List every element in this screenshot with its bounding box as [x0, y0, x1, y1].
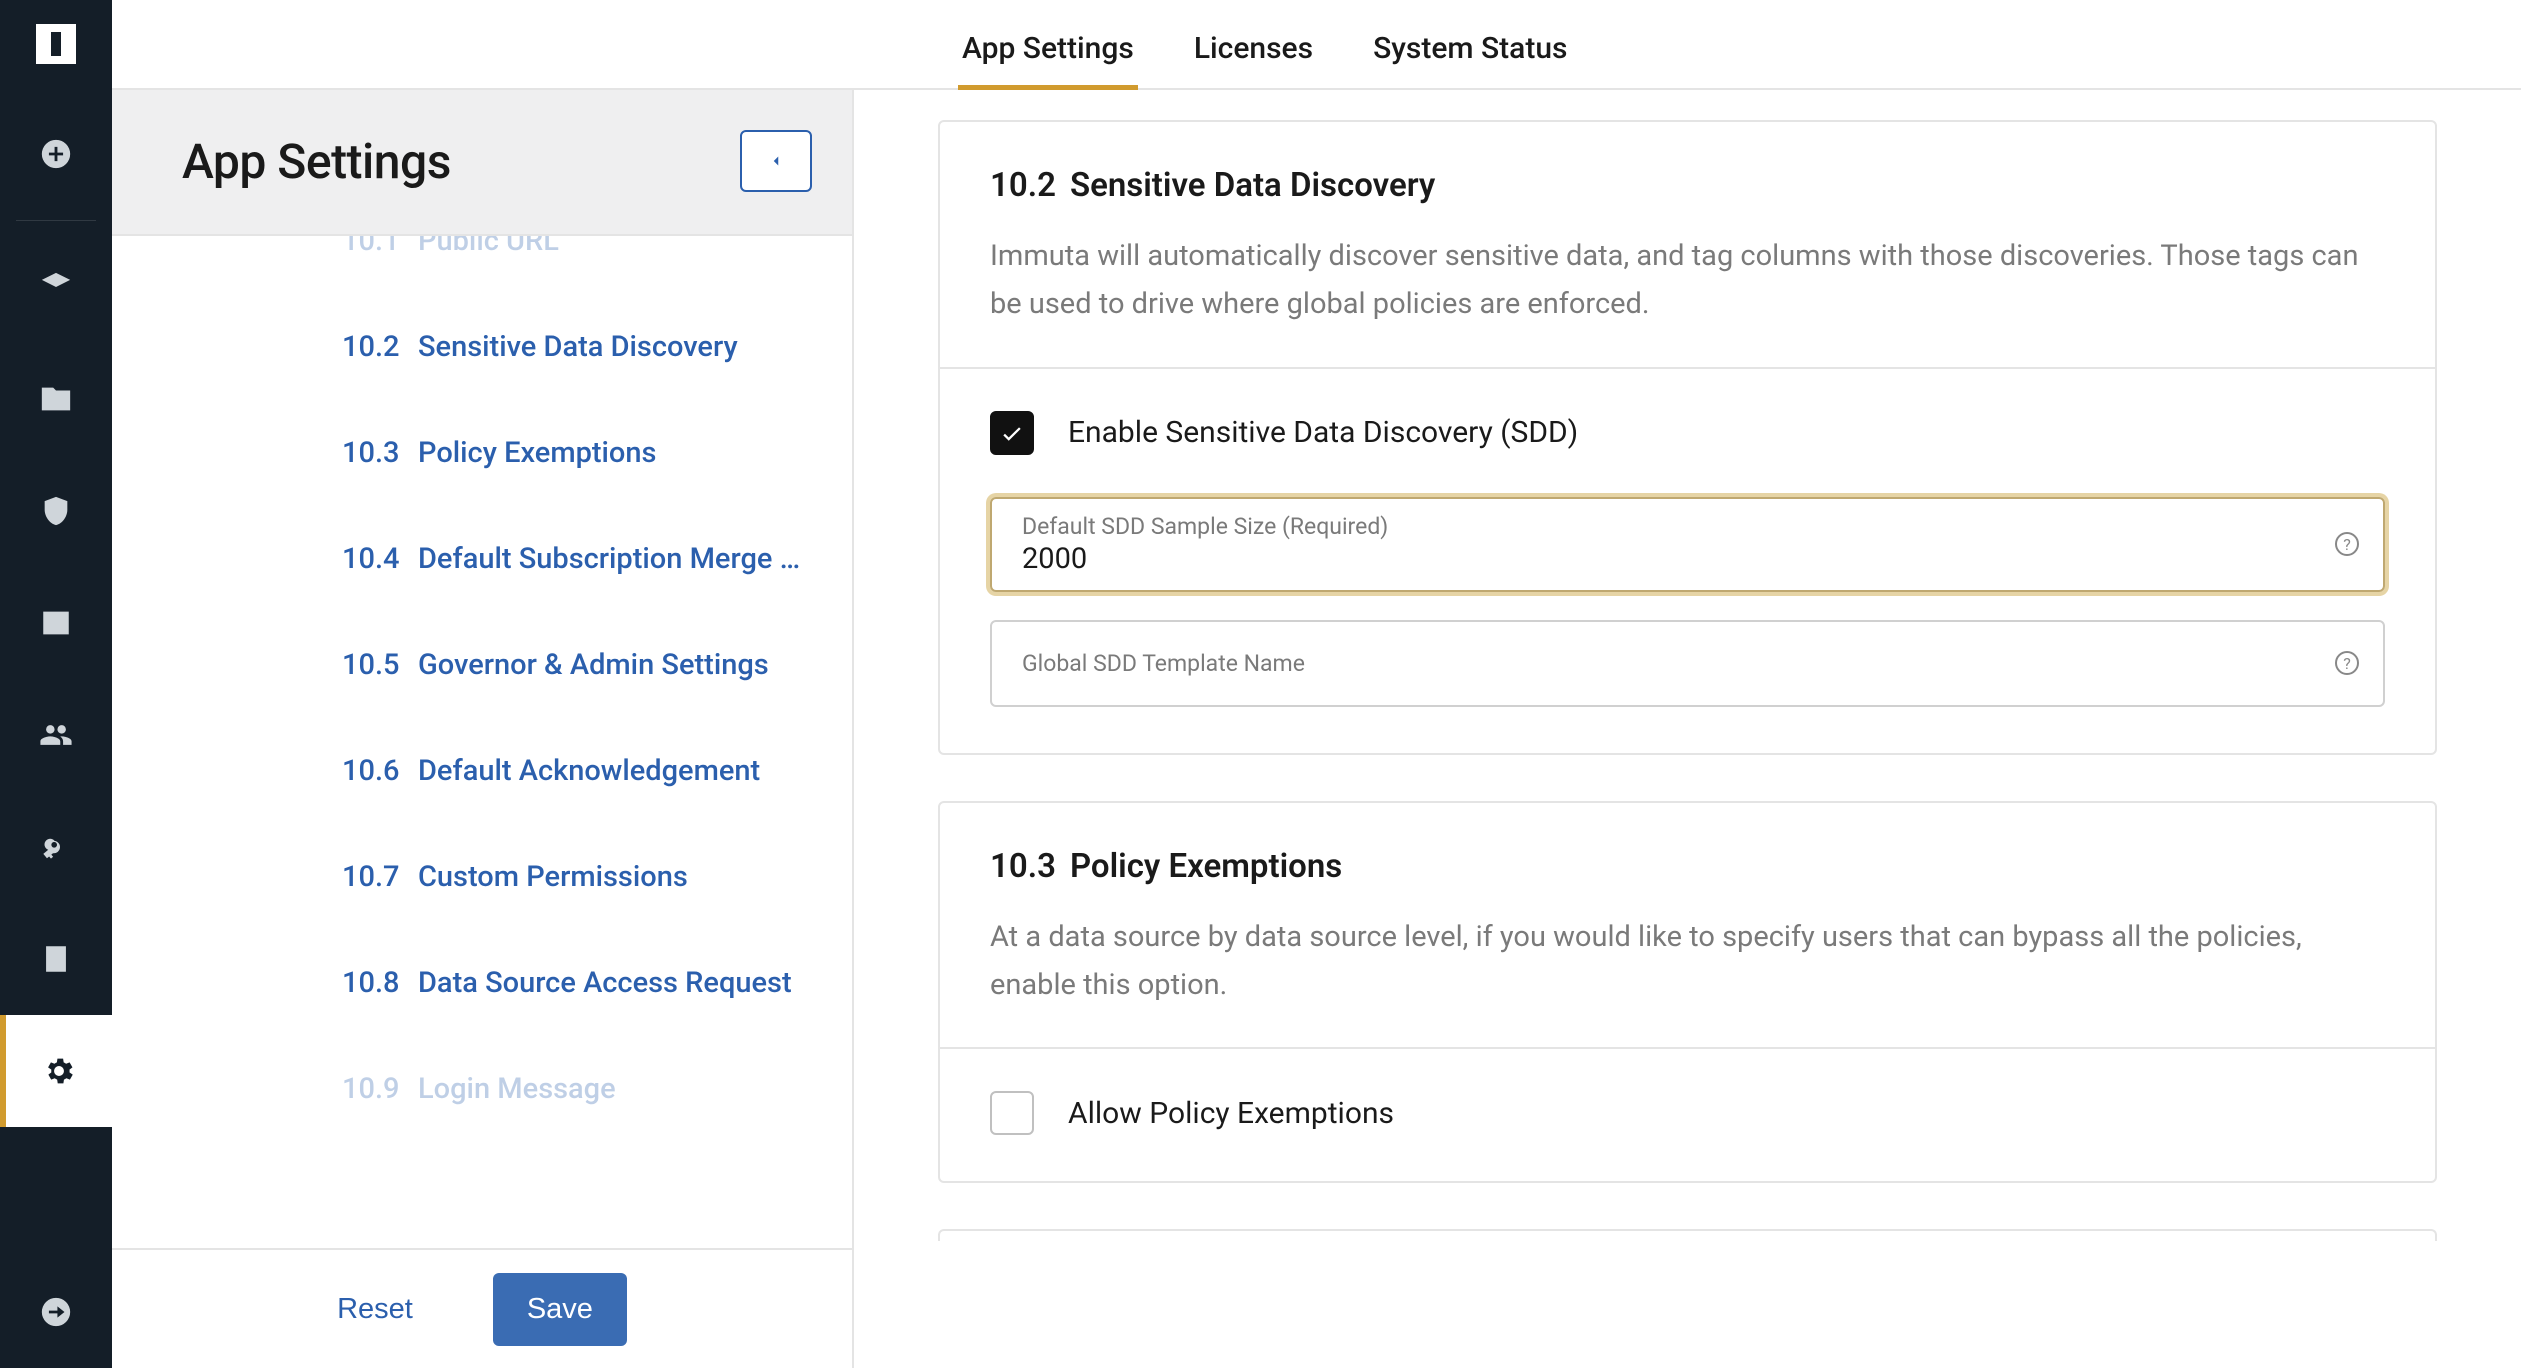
sidebar-item-label: Default Acknowledgement	[418, 754, 760, 788]
card-header: 10.3 Policy Exemptions At a data source …	[940, 803, 2435, 1050]
sidebar-item[interactable]: 10.2 Sensitive Data Discovery	[342, 294, 824, 400]
tab-app-settings[interactable]: App Settings	[962, 31, 1134, 88]
doc-icon	[39, 942, 73, 976]
allow-exemptions-row: Allow Policy Exemptions	[990, 1091, 2385, 1135]
field-value: 2000	[1022, 542, 2313, 576]
sidebar-item-label: Data Source Access Request	[418, 966, 792, 1000]
check-icon	[999, 420, 1025, 446]
sidebar-footer: Reset Save	[112, 1248, 852, 1368]
sidebar-item-label: Sensitive Data Discovery	[418, 330, 738, 364]
nav-folder[interactable]	[0, 343, 112, 455]
terminal-icon	[39, 606, 73, 640]
reset-button[interactable]: Reset	[337, 1293, 413, 1326]
sidebar-header: App Settings	[112, 90, 852, 236]
enable-sdd-checkbox[interactable]	[990, 411, 1034, 455]
main: App Settings Licenses System Status App …	[112, 0, 2521, 1368]
sidebar-item[interactable]: 10.4 Default Subscription Merge Options	[342, 506, 824, 612]
sidebar-item[interactable]: 10.9Login Message	[342, 1036, 824, 1142]
help-icon[interactable]: ?	[2335, 532, 2359, 556]
nav-exit[interactable]	[0, 1256, 112, 1368]
nav-settings[interactable]	[0, 1015, 112, 1127]
nav-rail	[0, 0, 112, 1368]
content[interactable]: 10.2 Sensitive Data Discovery Immuta wil…	[854, 90, 2521, 1368]
settings-sidebar: App Settings 10.1Public URL 10.2 Sensiti…	[112, 90, 854, 1368]
nav-doc[interactable]	[0, 903, 112, 1015]
allow-exemptions-checkbox[interactable]	[990, 1091, 1034, 1135]
nav-add[interactable]	[0, 98, 112, 210]
chevron-left-icon	[767, 152, 785, 170]
section-number: 10.3	[990, 847, 1056, 886]
section-number: 10.2	[990, 166, 1056, 205]
app-logo[interactable]	[36, 24, 76, 64]
enable-sdd-row: Enable Sensitive Data Discovery (SDD)	[990, 411, 2385, 455]
sidebar-item-label: Custom Permissions	[418, 860, 688, 894]
section-policy-exemptions: 10.3 Policy Exemptions At a data source …	[938, 801, 2437, 1184]
allow-exemptions-label: Allow Policy Exemptions	[1068, 1096, 1394, 1131]
field-label: Global SDD Template Name	[1022, 650, 2313, 677]
sidebar-item-label: Governor & Admin Settings	[418, 648, 769, 682]
field-label: Default SDD Sample Size (Required)	[1022, 513, 2313, 540]
sidebar-item[interactable]: 10.1Public URL	[342, 236, 824, 294]
card-body: Allow Policy Exemptions	[940, 1049, 2435, 1181]
sidebar-item[interactable]: 10.6 Default Acknowledgement	[342, 718, 824, 824]
section-description: At a data source by data source level, i…	[990, 914, 2385, 1010]
section-title: Sensitive Data Discovery	[1070, 166, 1435, 205]
nav-key[interactable]	[0, 791, 112, 903]
sidebar-item-label: Default Subscription Merge Options	[418, 542, 814, 576]
tab-licenses[interactable]: Licenses	[1194, 31, 1313, 88]
section-cutoff	[938, 1229, 2437, 1241]
section-sdd: 10.2 Sensitive Data Discovery Immuta wil…	[938, 120, 2437, 755]
top-tabs: App Settings Licenses System Status	[112, 0, 2521, 90]
sidebar-item[interactable]: 10.8 Data Source Access Request	[342, 930, 824, 1036]
nav-terminal[interactable]	[0, 567, 112, 679]
card-body: Enable Sensitive Data Discovery (SDD) De…	[940, 369, 2435, 753]
nav-layers[interactable]	[0, 231, 112, 343]
sidebar-item[interactable]: 10.3 Policy Exemptions	[342, 400, 824, 506]
card-header: 10.2 Sensitive Data Discovery Immuta wil…	[940, 122, 2435, 369]
save-button[interactable]: Save	[493, 1273, 627, 1346]
help-icon[interactable]: ?	[2335, 651, 2359, 675]
layers-icon	[39, 270, 73, 304]
plus-circle-icon	[39, 137, 73, 171]
sidebar-item[interactable]: 10.7 Custom Permissions	[342, 824, 824, 930]
collapse-sidebar-button[interactable]	[740, 130, 812, 192]
key-icon	[39, 830, 73, 864]
sdd-sample-size-field[interactable]: Default SDD Sample Size (Required) 2000 …	[990, 497, 2385, 592]
sdd-template-name-field[interactable]: Global SDD Template Name ?	[990, 620, 2385, 707]
sidebar-title: App Settings	[182, 133, 451, 190]
sidebar-item[interactable]: 10.5 Governor & Admin Settings	[342, 612, 824, 718]
gear-icon	[42, 1054, 76, 1088]
shield-icon	[39, 494, 73, 528]
arrow-circle-icon	[39, 1295, 73, 1329]
enable-sdd-label: Enable Sensitive Data Discovery (SDD)	[1068, 415, 1578, 450]
sidebar-item-label: Policy Exemptions	[418, 436, 656, 470]
section-description: Immuta will automatically discover sensi…	[990, 233, 2385, 329]
section-title: Policy Exemptions	[1070, 847, 1342, 886]
nav-people[interactable]	[0, 679, 112, 791]
sidebar-list[interactable]: 10.1Public URL 10.2 Sensitive Data Disco…	[112, 236, 852, 1248]
nav-shield[interactable]	[0, 455, 112, 567]
people-icon	[39, 718, 73, 752]
tab-system-status[interactable]: System Status	[1373, 31, 1567, 88]
folder-icon	[39, 382, 73, 416]
